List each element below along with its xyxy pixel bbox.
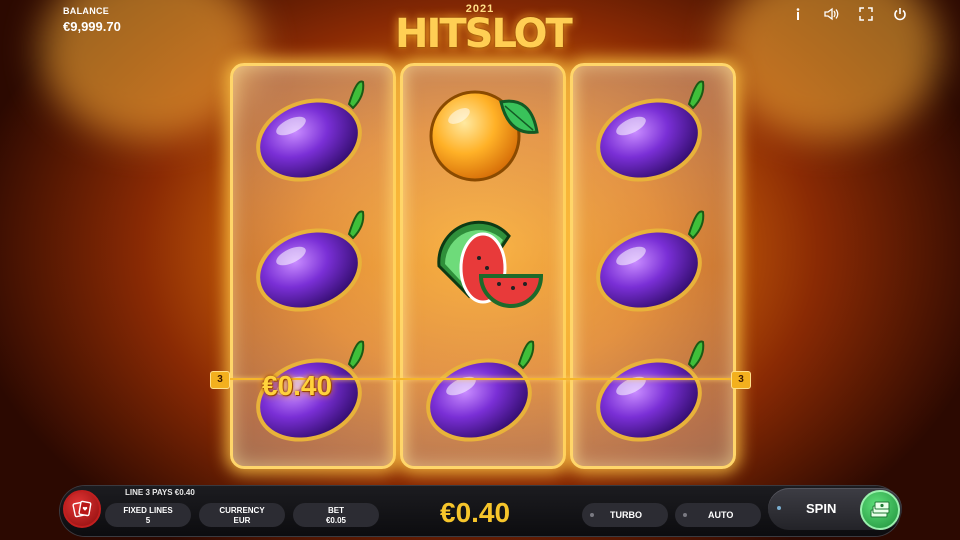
plum-symbol xyxy=(573,70,733,196)
currency-label: CURRENCY xyxy=(219,506,265,515)
fixed-lines-display: FIXED LINES 5 xyxy=(105,503,191,527)
plum-symbol xyxy=(573,200,733,326)
reel-2 xyxy=(400,63,566,469)
turbo-label: TURBO xyxy=(610,510,642,520)
payline-number-right: 3 xyxy=(731,371,751,389)
balance-value: €9,999.70 xyxy=(63,19,121,34)
orange-symbol xyxy=(403,70,563,196)
currency-display[interactable]: CURRENCY EUR xyxy=(199,503,285,527)
spin-label: SPIN xyxy=(806,501,837,516)
bet-value: €0.05 xyxy=(325,516,347,525)
reel-1 xyxy=(230,63,396,469)
plum-symbol xyxy=(233,70,393,196)
game-logo: 2021 HITSLOT xyxy=(395,4,573,57)
watermelon-symbol xyxy=(403,200,563,326)
fixed-lines-value: 5 xyxy=(145,516,151,525)
total-win-display: €0.40 xyxy=(440,497,511,528)
fullscreen-icon[interactable] xyxy=(858,6,874,22)
line-win-amount: €0.40 xyxy=(262,370,333,401)
balance-display: BALANCE €9,999.70 xyxy=(63,6,121,34)
bet-selector[interactable]: BET €0.05 xyxy=(293,503,379,527)
win-message: LINE 3 PAYS €0.40 xyxy=(125,488,195,497)
turbo-toggle[interactable]: TURBO xyxy=(582,503,668,527)
cash-stack-icon xyxy=(860,490,900,530)
spin-button[interactable]: SPIN xyxy=(768,488,902,530)
currency-value: EUR xyxy=(233,516,251,525)
logo-name: HITSLOT xyxy=(395,11,573,57)
plum-symbol xyxy=(573,330,733,456)
spin-indicator xyxy=(777,506,781,510)
gamble-cards-button[interactable] xyxy=(63,490,101,528)
auto-label: AUTO xyxy=(708,510,734,520)
fixed-lines-label: FIXED LINES xyxy=(123,506,173,515)
turbo-indicator xyxy=(590,513,594,517)
power-icon[interactable] xyxy=(892,6,908,22)
plum-symbol xyxy=(403,330,563,456)
reel-3 xyxy=(570,63,736,469)
plum-symbol xyxy=(233,200,393,326)
payline-number-left: 3 xyxy=(210,371,230,389)
info-icon[interactable] xyxy=(790,6,806,22)
balance-label: BALANCE xyxy=(63,6,110,16)
auto-indicator xyxy=(683,513,687,517)
top-icon-bar xyxy=(790,6,908,22)
cards-icon xyxy=(72,500,92,518)
auto-toggle[interactable]: AUTO xyxy=(675,503,761,527)
bet-label: BET xyxy=(328,506,344,515)
sound-icon[interactable] xyxy=(824,6,840,22)
